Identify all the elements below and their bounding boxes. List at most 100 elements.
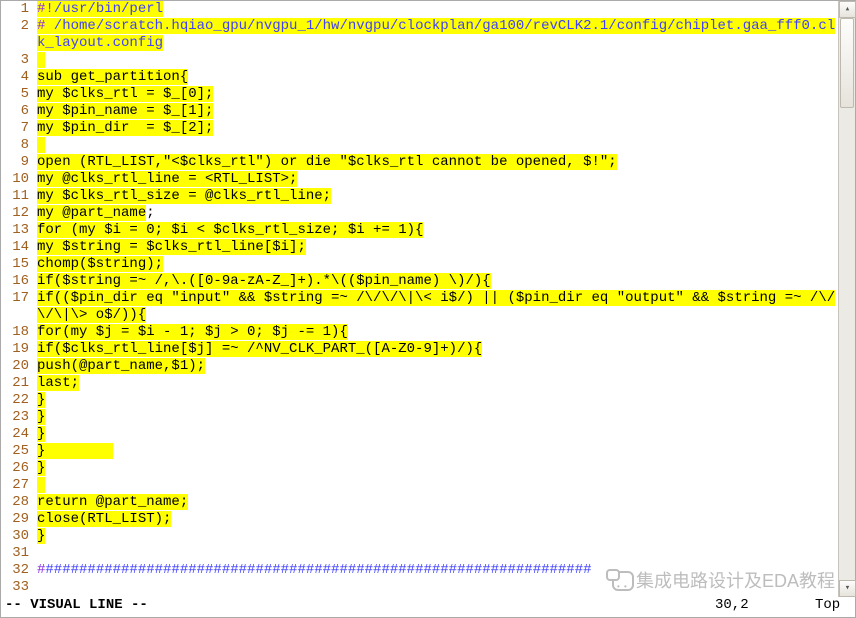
code-line[interactable] <box>37 137 837 154</box>
code-line[interactable]: my $pin_dir = $_[2]; <box>37 120 837 137</box>
vertical-scrollbar[interactable]: ▴ ▾ <box>838 1 855 597</box>
code-segment: } <box>37 392 45 408</box>
code-line[interactable]: my @part_name; <box>37 205 837 222</box>
code-segment: my $clks_rtl = $_[0]; <box>37 86 213 102</box>
code-line[interactable]: my $clks_rtl = $_[0]; <box>37 86 837 103</box>
line-number: 22 <box>1 392 29 409</box>
line-number: 27 <box>1 477 29 494</box>
code-segment <box>37 477 45 493</box>
scroll-track[interactable] <box>839 18 855 580</box>
code-segment: /home/scratch.hqiao_gpu/nvgpu_1/hw/nvgpu… <box>37 18 835 51</box>
code-segment: last; <box>37 375 79 391</box>
code-line[interactable]: my @clks_rtl_line = <RTL_LIST>; <box>37 171 837 188</box>
code-line[interactable]: } <box>37 443 837 460</box>
code-line[interactable]: if(($pin_dir eq "input" && $string =~ /\… <box>37 290 837 324</box>
code-line[interactable] <box>37 477 837 494</box>
code-line[interactable]: open (RTL_LIST,"<$clks_rtl") or die "$cl… <box>37 154 837 171</box>
cursor-position: 30,2 <box>715 597 815 617</box>
line-number: 26 <box>1 460 29 477</box>
code-segment: chomp($string); <box>37 256 163 272</box>
code-line[interactable]: # /home/scratch.hqiao_gpu/nvgpu_1/hw/nvg… <box>37 18 837 52</box>
code-line[interactable]: my $pin_name = $_[1]; <box>37 103 837 120</box>
line-number: 2 <box>1 18 29 35</box>
code-segment <box>37 137 45 153</box>
line-number: 15 <box>1 256 29 273</box>
line-number: 10 <box>1 171 29 188</box>
code-segment: if(($pin_dir eq "input" && $string =~ /\… <box>37 290 835 323</box>
code-segment: #! <box>37 1 54 17</box>
line-number: 28 <box>1 494 29 511</box>
line-number <box>1 35 29 52</box>
scroll-down-button[interactable]: ▾ <box>839 580 856 597</box>
code-segment: my @clks_rtl_line = <RTL_LIST>; <box>37 171 297 187</box>
code-line[interactable]: close(RTL_LIST); <box>37 511 837 528</box>
code-line[interactable]: sub get_partition{ <box>37 69 837 86</box>
line-number: 1 <box>1 1 29 18</box>
line-number: 24 <box>1 426 29 443</box>
line-number: 29 <box>1 511 29 528</box>
line-number: 4 <box>1 69 29 86</box>
code-content[interactable]: #!/usr/bin/perl# /home/scratch.hqiao_gpu… <box>37 1 837 595</box>
scroll-up-button[interactable]: ▴ <box>839 1 856 18</box>
code-segment: close(RTL_LIST); <box>37 511 171 527</box>
code-line[interactable]: } <box>37 409 837 426</box>
status-bar: -- VISUAL LINE -- 30,2 Top <box>1 597 855 617</box>
code-line[interactable]: my $clks_rtl_size = @clks_rtl_line; <box>37 188 837 205</box>
code-line[interactable]: if($string =~ /,\.([0-9a-zA-Z_]+).*\(($p… <box>37 273 837 290</box>
line-number: 25 <box>1 443 29 460</box>
code-line[interactable] <box>37 52 837 69</box>
code-line[interactable]: ########################################… <box>37 562 837 579</box>
code-line[interactable]: if($clks_rtl_line[$j] =~ /^NV_CLK_PART_(… <box>37 341 837 358</box>
line-number: 7 <box>1 120 29 137</box>
code-segment: ######### <box>516 562 592 578</box>
scroll-position: Top <box>815 597 855 617</box>
code-segment <box>45 443 112 459</box>
code-line[interactable]: push(@part_name,$1); <box>37 358 837 375</box>
code-line[interactable]: } <box>37 528 837 545</box>
code-line[interactable]: for(my $j = $i - 1; $j > 0; $j -= 1){ <box>37 324 837 341</box>
code-segment: } <box>37 528 45 544</box>
code-segment: my $pin_name = $_[1]; <box>37 103 213 119</box>
code-segment: open (RTL_LIST,"<$clks_rtl") or die "$cl… <box>37 154 617 170</box>
line-number: 32 <box>1 562 29 579</box>
code-line[interactable]: #!/usr/bin/perl <box>37 1 837 18</box>
line-number: 30 <box>1 528 29 545</box>
line-number: 3 <box>1 52 29 69</box>
code-segment: push(@part_name,$1); <box>37 358 205 374</box>
code-segment: for(my $j = $i - 1; $j > 0; $j -= 1){ <box>37 324 348 340</box>
editor-area[interactable]: 1234567891011121314151617181920212223242… <box>1 1 837 595</box>
code-segment: my $pin_dir = $_[2]; <box>37 120 213 136</box>
code-line[interactable] <box>37 579 837 595</box>
code-segment: } <box>37 426 45 442</box>
line-number: 33 <box>1 579 29 595</box>
line-number: 20 <box>1 358 29 375</box>
line-number: 5 <box>1 86 29 103</box>
scroll-thumb[interactable] <box>840 18 854 108</box>
line-number: 21 <box>1 375 29 392</box>
line-number: 14 <box>1 239 29 256</box>
code-line[interactable]: my $string = $clks_rtl_line[$i]; <box>37 239 837 256</box>
code-segment: } <box>37 409 45 425</box>
line-number: 18 <box>1 324 29 341</box>
line-number: 17 <box>1 290 29 307</box>
code-line[interactable] <box>37 545 837 562</box>
code-line[interactable]: last; <box>37 375 837 392</box>
code-line[interactable]: return @part_name; <box>37 494 837 511</box>
line-number: 13 <box>1 222 29 239</box>
line-number: 16 <box>1 273 29 290</box>
line-number: 9 <box>1 154 29 171</box>
code-line[interactable]: } <box>37 392 837 409</box>
code-line[interactable]: } <box>37 460 837 477</box>
code-segment: my $clks_rtl_size = @clks_rtl_line; <box>37 188 331 204</box>
line-number: 19 <box>1 341 29 358</box>
code-segment <box>37 52 45 68</box>
code-segment: sub get_partition{ <box>37 69 188 85</box>
code-segment: my $string = $clks_rtl_line[$i]; <box>37 239 306 255</box>
line-number: 31 <box>1 545 29 562</box>
line-number: 6 <box>1 103 29 120</box>
code-line[interactable]: } <box>37 426 837 443</box>
code-line[interactable]: for (my $i = 0; $i < $clks_rtl_size; $i … <box>37 222 837 239</box>
code-segment: for (my $i = 0; $i < $clks_rtl_size; $i … <box>37 222 423 238</box>
code-line[interactable]: chomp($string); <box>37 256 837 273</box>
code-segment: /usr/bin/perl <box>54 1 163 17</box>
